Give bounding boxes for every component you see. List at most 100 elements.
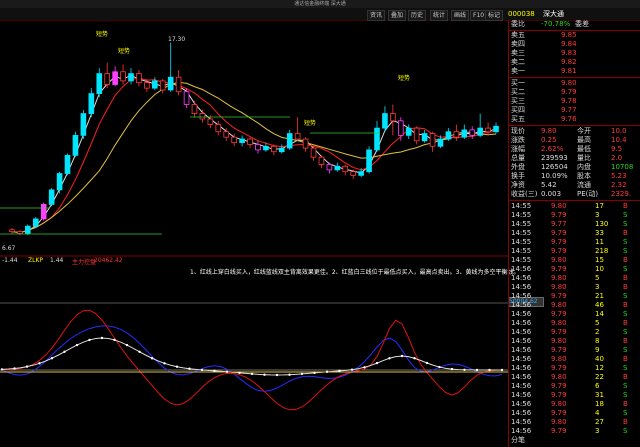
indicator-white-dot [150, 357, 154, 360]
tick-footer[interactable]: 分笔 [511, 436, 639, 445]
stat-label: 现价 [511, 127, 525, 135]
tick-side: B [623, 400, 628, 408]
indicator-red-line [1, 309, 503, 411]
indicator-white-dot [13, 367, 16, 370]
tick-side: S [623, 382, 628, 390]
tick-time: 14:56 [511, 418, 532, 426]
tick-side: S [623, 265, 628, 273]
candle [421, 133, 428, 142]
indicator-white-dot [163, 362, 166, 365]
tick-side: S [623, 238, 628, 246]
candle [437, 138, 444, 147]
signal-label: 短势 [96, 30, 108, 38]
candle [453, 131, 460, 138]
indicator-white-dot [175, 365, 179, 368]
stat-label: 量比 [577, 154, 591, 162]
tick-side: S [623, 220, 628, 228]
candle [80, 113, 87, 136]
tick-row: 14:55 9.79 3 S [511, 211, 639, 220]
indicator-white-dot [338, 369, 341, 373]
tick-price: 9.80 [551, 283, 567, 291]
tick-volume: 3 [595, 211, 600, 219]
tick-volume: 4 [595, 409, 600, 417]
stat-value: 5.23 [611, 172, 627, 180]
tick-row: 14:56 9.79 4 S [511, 409, 639, 418]
stat-row: 收益(三) 0.003 PE(动) 2329. [511, 190, 639, 199]
tick-price: 9.79 [551, 364, 567, 372]
stat-row: 现价 9.80 今开 10.0 [511, 127, 639, 136]
legend-item: 主力控盘 [72, 259, 97, 266]
stat-label: 外盘 [511, 163, 525, 171]
tick-volume: 17 [595, 202, 604, 210]
tick-volume: 9 [595, 346, 600, 354]
tick-volume: 15 [595, 256, 604, 264]
tick-row: 14:56 9.80 5 B [511, 319, 639, 328]
ask-row: 卖四 9.84 [511, 40, 639, 49]
tick-time: 14:55 [511, 202, 532, 210]
indicator-white-dot [200, 368, 204, 372]
tick-row: 14:56 9.79 10 S [511, 265, 639, 274]
candle [175, 76, 182, 93]
tick-price: 9.80 [551, 256, 567, 264]
tick-time: 14:56 [511, 409, 532, 417]
candle [72, 134, 79, 156]
tick-volume: 11 [595, 238, 604, 246]
stat-row: 总量 239593 量比 2.0 [511, 154, 639, 163]
tick-time: 14:56 [511, 310, 532, 318]
stat-row: 涨跌 0.25 最高 10.4 [511, 136, 639, 145]
tick-price: 9.79 [551, 292, 567, 300]
tick-price: 9.79 [551, 265, 567, 273]
bid-label: 买五 [511, 115, 525, 123]
indicator-white-dot [225, 370, 229, 373]
ask-row: 卖五 9.85 [511, 31, 639, 40]
tick-side: B [623, 301, 628, 309]
tick-time: 14:56 [511, 355, 532, 363]
indicator-white-dot [250, 372, 254, 376]
ask-price: 9.84 [561, 40, 577, 48]
tick-volume: 22 [595, 373, 604, 381]
tick-row: 14:55 9.77 130 S [511, 220, 639, 229]
indicator-white-dot [488, 368, 491, 372]
ask-row: 卖二 9.82 [511, 58, 639, 67]
candle [326, 164, 333, 171]
stat-value: 9.80 [541, 127, 557, 135]
indicator-white-dot [375, 361, 379, 365]
bid-price: 9.77 [561, 106, 577, 114]
stat-value: 0.003 [541, 190, 562, 198]
ask-price: 9.85 [561, 31, 577, 39]
candle [318, 156, 325, 165]
stat-value: 2329. [611, 190, 632, 198]
candle [40, 203, 47, 220]
tick-price: 9.79 [551, 382, 567, 390]
indicator-white-dot [350, 368, 354, 371]
tick-time: 14:55 [511, 211, 532, 219]
tick-side: B [623, 418, 628, 426]
ask-label: 卖五 [511, 31, 525, 39]
kline-chart[interactable]: 17.306.67短势短势短势短势8101112 [0, 20, 508, 447]
candle [374, 127, 380, 151]
tick-time: 14:56 [511, 337, 532, 345]
candle [445, 131, 452, 140]
stat-value: 10.0 [611, 127, 627, 135]
tick-side: B [623, 319, 628, 327]
candle [469, 129, 476, 136]
tick-volume: 40 [595, 355, 604, 363]
high-label: 17.30 [168, 36, 185, 43]
candle [9, 229, 15, 233]
stat-value: 239593 [541, 154, 568, 162]
tick-row: 14:55 9.80 17 B [511, 202, 639, 211]
tick-side: S [623, 328, 628, 336]
stat-label: 换手 [511, 172, 525, 180]
indicator-white-dot [188, 367, 191, 370]
stat-value: 10.09% [541, 172, 568, 180]
indicator-white-dot [300, 372, 304, 376]
bid-label: 买一 [511, 79, 525, 87]
stat-label: 涨跌 [511, 136, 525, 144]
stat-value: 5.42 [541, 181, 557, 189]
tick-time: 14:56 [511, 364, 532, 372]
tick-time: 14:55 [511, 247, 532, 255]
candle [199, 113, 206, 120]
indicator-white-dot [438, 365, 441, 369]
indicator-white-dot [288, 373, 291, 376]
tick-price: 9.80 [551, 337, 567, 345]
